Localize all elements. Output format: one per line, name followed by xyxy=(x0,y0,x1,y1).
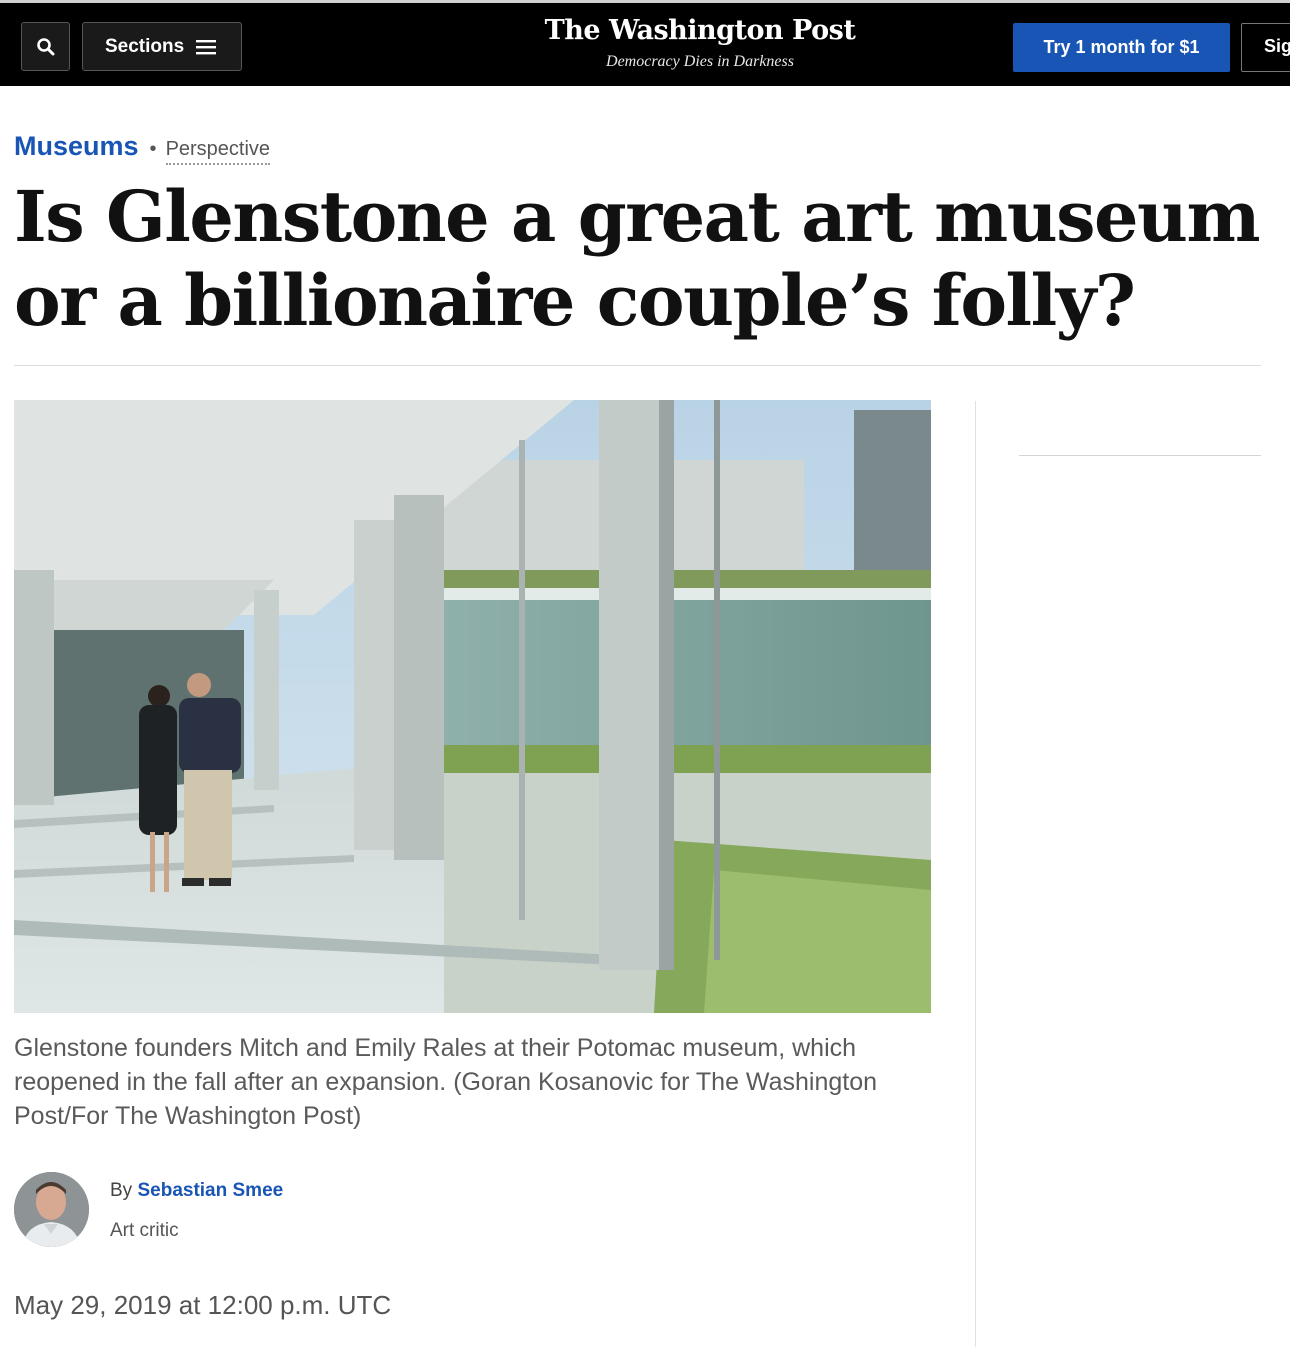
search-button[interactable] xyxy=(21,22,70,71)
sign-in-button[interactable]: Sign in xyxy=(1241,23,1290,72)
byline: By Sebastian Smee xyxy=(110,1180,283,1202)
sidebar-rule xyxy=(1019,455,1261,456)
headline-divider xyxy=(14,365,1261,366)
photo-caption: Glenstone founders Mitch and Emily Rales… xyxy=(14,1034,878,1130)
sections-menu-button[interactable]: Sections xyxy=(82,22,242,71)
masthead-tagline: Democracy Dies in Darkness xyxy=(606,53,794,70)
perspective-label[interactable]: Perspective xyxy=(165,138,271,165)
author-role: Art critic xyxy=(110,1220,179,1241)
article-headline: Is Glenstone a great art museum or a bil… xyxy=(14,175,1261,342)
lead-photo-image xyxy=(14,400,931,1013)
author-photo xyxy=(14,1172,89,1247)
publish-date: May 29, 2019 at 12:00 p.m. UTC xyxy=(14,1290,392,1320)
section-link-museums[interactable]: Museums xyxy=(14,131,139,162)
founders-figures xyxy=(139,673,241,892)
subscribe-button[interactable]: Try 1 month for $1 xyxy=(1013,23,1230,72)
author-avatar[interactable] xyxy=(14,1172,89,1247)
lead-photo[interactable] xyxy=(14,400,931,1013)
top-navigation-bar: Sections The Washington Post Democracy D… xyxy=(0,0,1290,86)
kicker-separator: • xyxy=(149,138,157,160)
masthead-logo[interactable]: The Washington Post Democracy Dies in Da… xyxy=(500,13,900,71)
hamburger-menu-icon xyxy=(196,39,217,54)
author-link[interactable]: Sebastian Smee xyxy=(137,1180,283,1201)
byline-prefix: By xyxy=(110,1180,133,1201)
sections-label: Sections xyxy=(105,35,185,57)
sidebar-divider xyxy=(975,401,976,1347)
search-icon xyxy=(36,37,54,55)
article-kicker: Museums • Perspective xyxy=(14,131,271,165)
masthead-name: The Washington Post xyxy=(544,15,856,46)
